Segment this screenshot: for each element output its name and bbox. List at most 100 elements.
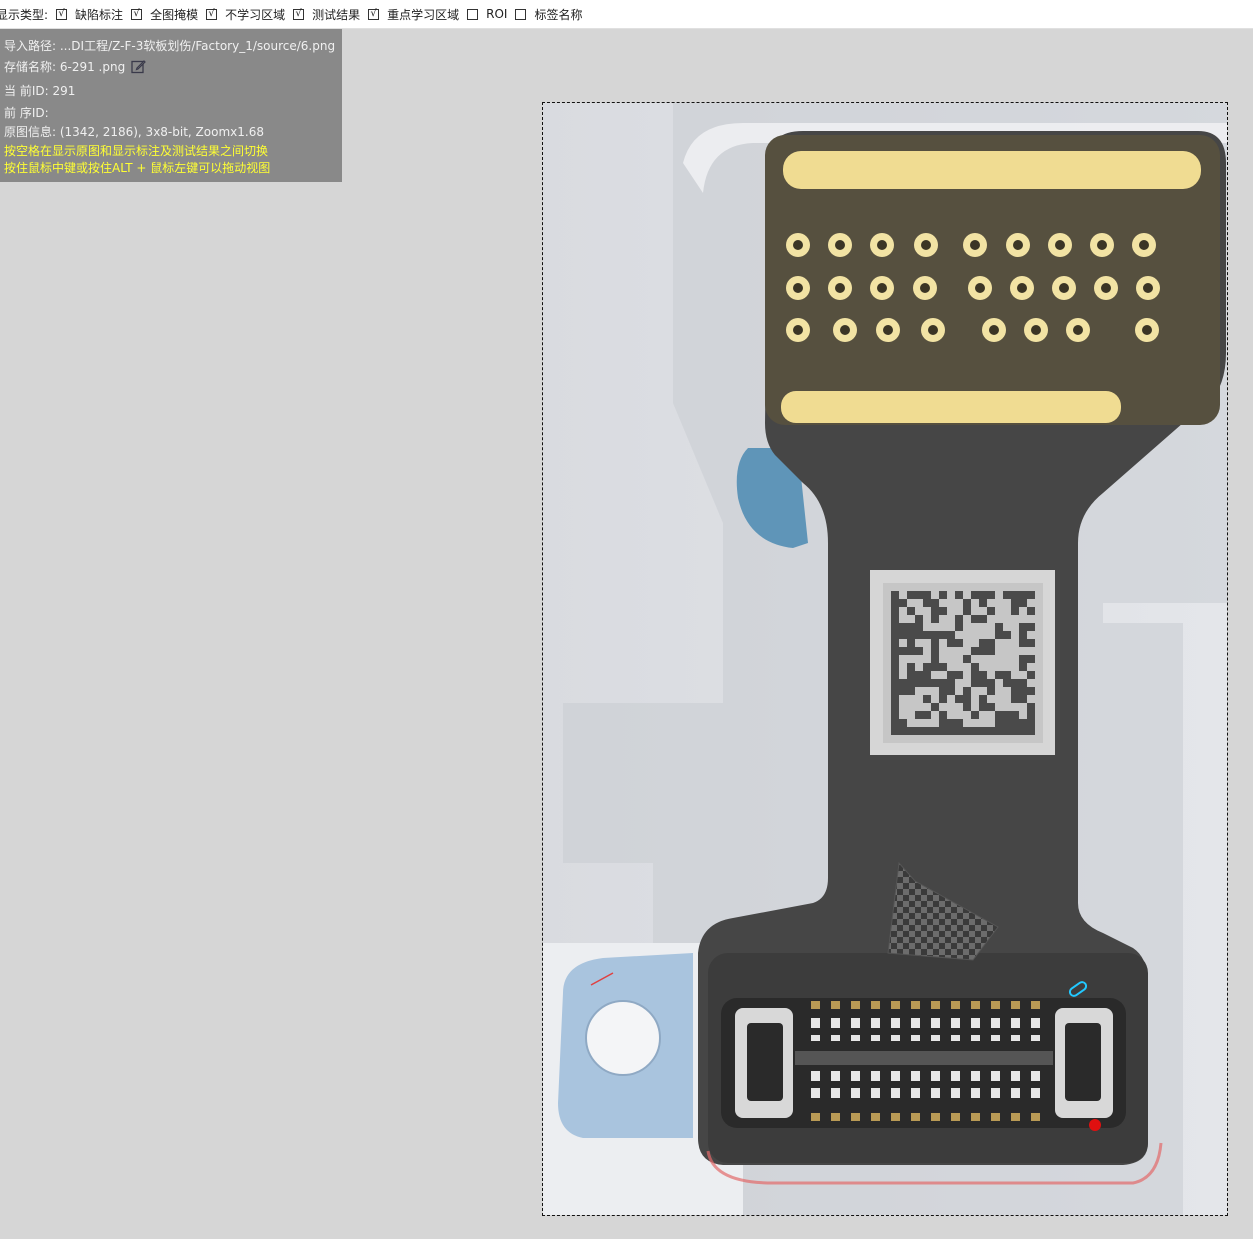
- display-option-checkbox[interactable]: √: [293, 8, 305, 20]
- connector-pin: [1031, 1071, 1040, 1081]
- datamatrix-module: [987, 591, 995, 599]
- connector-pin: [911, 1018, 920, 1028]
- datamatrix-module: [1027, 591, 1035, 599]
- datamatrix-module: [971, 591, 979, 599]
- datamatrix-module: [899, 647, 907, 655]
- datamatrix-module: [963, 695, 971, 703]
- connector-pin: [851, 1035, 860, 1041]
- datamatrix-module: [1027, 719, 1035, 727]
- datamatrix-module: [955, 615, 963, 623]
- connector-pin: [871, 1113, 880, 1121]
- datamatrix-module: [923, 727, 931, 735]
- connector-pin: [1031, 1113, 1040, 1121]
- connector-pin: [891, 1035, 900, 1041]
- datamatrix-module: [1003, 591, 1011, 599]
- datamatrix-module: [939, 687, 947, 695]
- datamatrix-module: [979, 695, 987, 703]
- solder-pad-hole: [928, 325, 938, 335]
- gold-strip-bottom: [781, 391, 1121, 423]
- datamatrix-module: [979, 671, 987, 679]
- display-option-3[interactable]: √ 测试结果: [293, 6, 360, 23]
- datamatrix-module: [947, 631, 955, 639]
- display-option-0[interactable]: √ 缺陷标注: [56, 6, 123, 23]
- datamatrix-module: [891, 719, 899, 727]
- connector-pin: [871, 1035, 880, 1041]
- display-option-checkbox[interactable]: √: [368, 8, 380, 20]
- previous-id: 前 序ID:: [4, 106, 49, 120]
- save-name: 存储名称: 6-291 .png: [4, 60, 126, 74]
- solder-pad-hole: [793, 283, 803, 293]
- datamatrix-module: [1019, 695, 1027, 703]
- datamatrix-module: [947, 719, 955, 727]
- datamatrix-module: [939, 719, 947, 727]
- solder-pad-hole: [970, 240, 980, 250]
- datamatrix-module: [1011, 687, 1019, 695]
- solder-pad-hole: [920, 283, 930, 293]
- display-option-checkbox[interactable]: [467, 8, 479, 20]
- datamatrix-module: [947, 671, 955, 679]
- datamatrix-module: [899, 623, 907, 631]
- display-option-label: 重点学习区域: [387, 7, 460, 22]
- display-option-5[interactable]: ROI: [467, 7, 507, 21]
- display-option-6[interactable]: 标签名称: [515, 6, 582, 23]
- datamatrix-module: [931, 703, 939, 711]
- connector-pin: [931, 1018, 940, 1028]
- datamatrix-module: [939, 591, 947, 599]
- display-option-label: ROI: [486, 7, 508, 21]
- datamatrix-module: [891, 647, 899, 655]
- display-type-toolbar: 显示类型: √ 缺陷标注 √ 全图掩模 √ 不学习区域 √ 测试结果 √ 重点学习区域 ROI 标签名…: [0, 0, 1253, 29]
- datamatrix-module: [979, 727, 987, 735]
- connector-pin: [911, 1035, 920, 1041]
- datamatrix-module: [971, 711, 979, 719]
- solder-pad-hole: [1055, 240, 1065, 250]
- datamatrix-module: [939, 695, 947, 703]
- datamatrix-module: [1019, 591, 1027, 599]
- datamatrix-module: [907, 687, 915, 695]
- display-option-label: 测试结果: [312, 7, 361, 22]
- datamatrix-module: [1027, 639, 1035, 647]
- solder-pad-hole: [975, 283, 985, 293]
- connector-pin: [891, 1018, 900, 1028]
- display-option-label: 不学习区域: [225, 7, 286, 22]
- datamatrix-module: [891, 679, 899, 687]
- edit-icon[interactable]: [131, 59, 146, 77]
- datamatrix-module: [1019, 663, 1027, 671]
- display-option-1[interactable]: √ 全图掩模: [131, 6, 198, 23]
- solder-pad-hole: [1017, 283, 1027, 293]
- datamatrix-module: [955, 591, 963, 599]
- datamatrix-module: [939, 631, 947, 639]
- connector-pin: [851, 1001, 860, 1009]
- connector-pin: [811, 1071, 820, 1081]
- datamatrix-module: [915, 711, 923, 719]
- solder-pad-hole: [1139, 240, 1149, 250]
- connector-pin: [1011, 1001, 1020, 1009]
- datamatrix-module: [947, 687, 955, 695]
- display-option-2[interactable]: √ 不学习区域: [206, 6, 285, 23]
- datamatrix-module: [995, 727, 1003, 735]
- datamatrix-module: [915, 671, 923, 679]
- display-option-checkbox[interactable]: √: [56, 8, 68, 20]
- display-option-4[interactable]: √ 重点学习区域: [368, 6, 459, 23]
- datamatrix-module: [1027, 623, 1035, 631]
- display-option-checkbox[interactable]: √: [206, 8, 218, 20]
- defect-marker-red: [1089, 1119, 1101, 1131]
- datamatrix-module: [939, 663, 947, 671]
- display-option-checkbox[interactable]: √: [131, 8, 143, 20]
- datamatrix-module: [899, 687, 907, 695]
- datamatrix-module: [1027, 687, 1035, 695]
- solder-pad-hole: [835, 240, 845, 250]
- datamatrix-module: [931, 663, 939, 671]
- datamatrix-module: [955, 671, 963, 679]
- datamatrix-module: [1027, 711, 1035, 719]
- source-image-info: 原图信息: (1342, 2186), 3x8-bit, Zoomx1.68: [4, 125, 264, 139]
- datamatrix-module: [891, 703, 899, 711]
- hint-space-toggle: 按空格在显示原图和显示标注及测试结果之间切换: [4, 144, 269, 158]
- datamatrix-module: [979, 591, 987, 599]
- bracket-hole: [585, 1000, 661, 1076]
- datamatrix-module: [899, 727, 907, 735]
- display-option-checkbox[interactable]: [515, 8, 527, 20]
- connector-pin: [1031, 1035, 1040, 1041]
- connector-pin: [951, 1113, 960, 1121]
- datamatrix-module: [1027, 655, 1035, 663]
- image-canvas[interactable]: [542, 102, 1228, 1216]
